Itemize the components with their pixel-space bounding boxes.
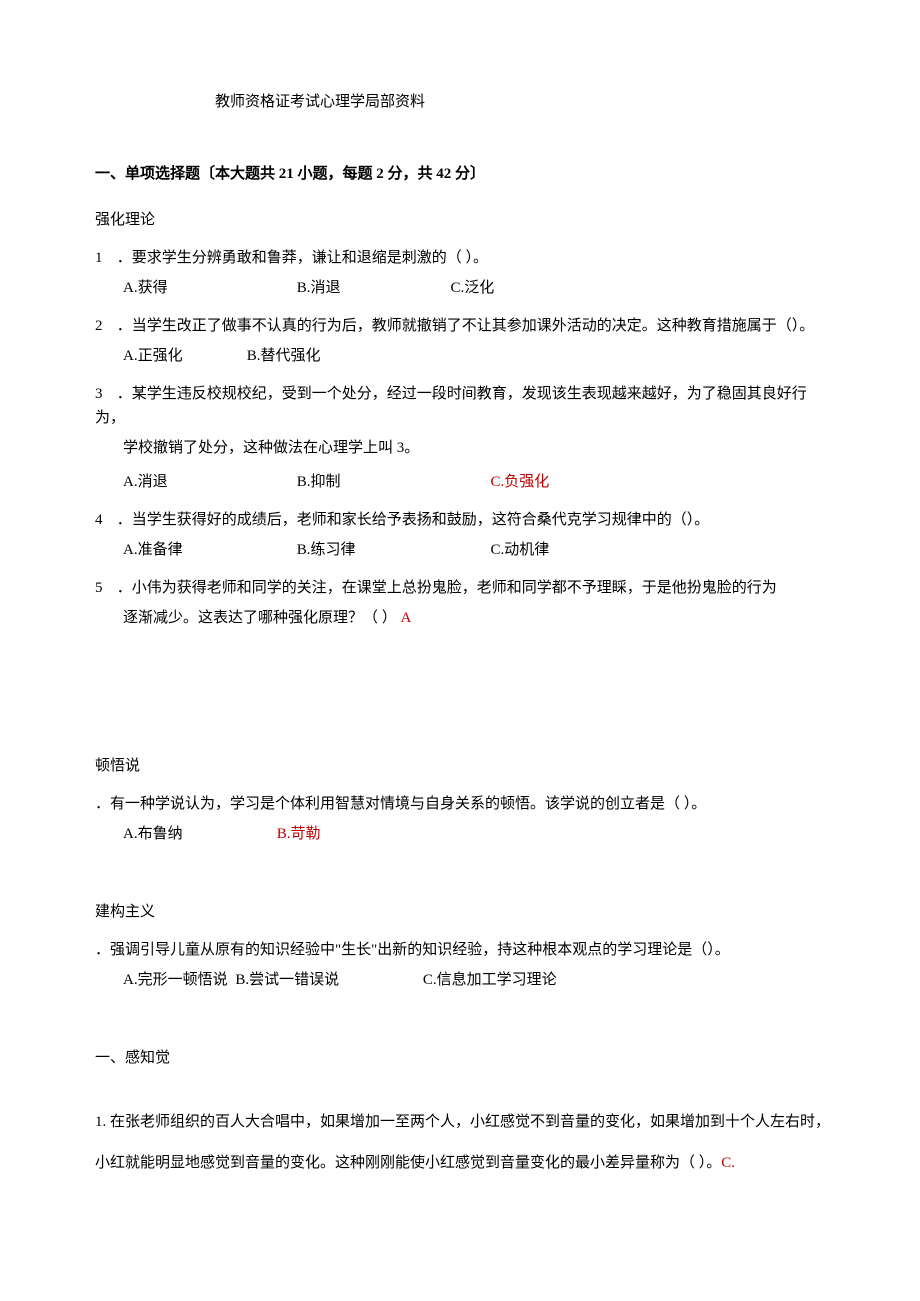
q7-stem: ．强调引导儿童从原有的知识经验中"生长"出新的知识经验，持这种根本观点的学习理论… [95,938,835,962]
q7-option-c: C.信息加工学习理论 [423,968,557,992]
question-1: 1 ．要求学生分辨勇敢和鲁莽，谦让和退缩是刺激的（ ）。 A.获得 B.消退 C… [95,246,835,300]
q3-option-a: A.消退 [123,470,293,494]
question-3: 3 ．某学生违反校规校纪，受到一个处分，经过一段时间教育，发现该生表现越来越好，… [95,382,835,494]
perception-question-1: 1. 在张老师组织的百人大合唱中，如果增加一至两个人，小红感觉不到音量的变化，如… [95,1106,835,1180]
q5-stem-line1: ．小伟为获得老师和同学的关注，在课堂上总扮鬼脸，老师和同学都不予理睬，于是他扮鬼… [117,580,777,596]
pq1-number: 1. [95,1114,106,1130]
q2-option-b: B.替代强化 [247,344,321,368]
section-1-heading: 一、单项选择题〔本大题共 21 小题，每题 2 分，共 42 分〕 [95,162,835,186]
q6-option-a: A.布鲁纳 [123,822,273,846]
q4-option-b: B.练习律 [297,538,487,562]
question-2: 2 ．当学生改正了做事不认真的行为后，教师就撤销了不让其参加课外活动的决定。这种… [95,314,835,368]
q4-stem: ．当学生获得好的成绩后，老师和家长给予表扬和鼓励，这符合桑代克学习规律中的（）。 [117,512,710,528]
q1-stem: ．要求学生分辨勇敢和鲁莽，谦让和退缩是刺激的（ ）。 [117,250,488,266]
question-insight: ．有一种学说认为，学习是个体利用智慧对情境与自身关系的顿悟。该学说的创立者是（ … [95,792,835,846]
pq1-line1: 在张老师组织的百人大合唱中，如果增加一至两个人，小红感觉不到音量的变化，如果增加… [106,1114,830,1130]
q2-stem: ．当学生改正了做事不认真的行为后，教师就撤销了不让其参加课外活动的决定。这种教育… [117,318,815,334]
q4-option-a: A.准备律 [123,538,293,562]
topic-constructivism: 建构主义 [95,900,835,924]
q6-option-b: B.苛勒 [277,822,321,846]
topic-insight: 顿悟说 [95,754,835,778]
q1-number: 1 [95,246,113,270]
pq1-answer: C. [721,1155,735,1171]
document-title: 教师资格证考试心理学局部资料 [215,90,835,114]
q5-stem-line2: 逐渐减少。这表达了哪种强化原理？（ ） [123,610,397,626]
q5-answer: A [401,610,412,626]
q4-option-c: C.动机律 [491,538,550,562]
q1-option-a: A.获得 [123,276,293,300]
q3-option-c: C.负强化 [491,470,550,494]
q3-stem-line1: ．某学生违反校规校纪，受到一个处分，经过一段时间教育，发现该生表现越来越好，为了… [95,386,807,426]
q7-option-a: A.完形一顿悟说 [123,968,228,992]
q1-option-c: C.泛化 [451,276,495,300]
q4-number: 4 [95,508,113,532]
q2-option-a: A.正强化 [123,344,243,368]
q7-option-b: B.尝试一错误说 [235,968,339,992]
q3-option-b: B.抑制 [297,470,487,494]
q1-option-b: B.消退 [297,276,447,300]
pq1-line2: 小红就能明显地感觉到音量的变化。这种刚刚能使小红感觉到音量变化的最小差异量称为（… [95,1155,721,1171]
question-5: 5 ．小伟为获得老师和同学的关注，在课堂上总扮鬼脸，老师和同学都不予理睬，于是他… [95,576,835,630]
q5-number: 5 [95,576,113,600]
q2-number: 2 [95,314,113,338]
q6-stem: ．有一种学说认为，学习是个体利用智慧对情境与自身关系的顿悟。该学说的创立者是（ … [95,792,835,816]
q3-stem-line2: 学校撤销了处分，这种做法在心理学上叫 3。 [95,436,835,460]
topic-reinforcement: 强化理论 [95,208,835,232]
q3-number: 3 [95,382,113,406]
question-constructivism: ．强调引导儿童从原有的知识经验中"生长"出新的知识经验，持这种根本观点的学习理论… [95,938,835,992]
section-2-heading: 一、感知觉 [95,1046,835,1070]
question-4: 4 ．当学生获得好的成绩后，老师和家长给予表扬和鼓励，这符合桑代克学习规律中的（… [95,508,835,562]
